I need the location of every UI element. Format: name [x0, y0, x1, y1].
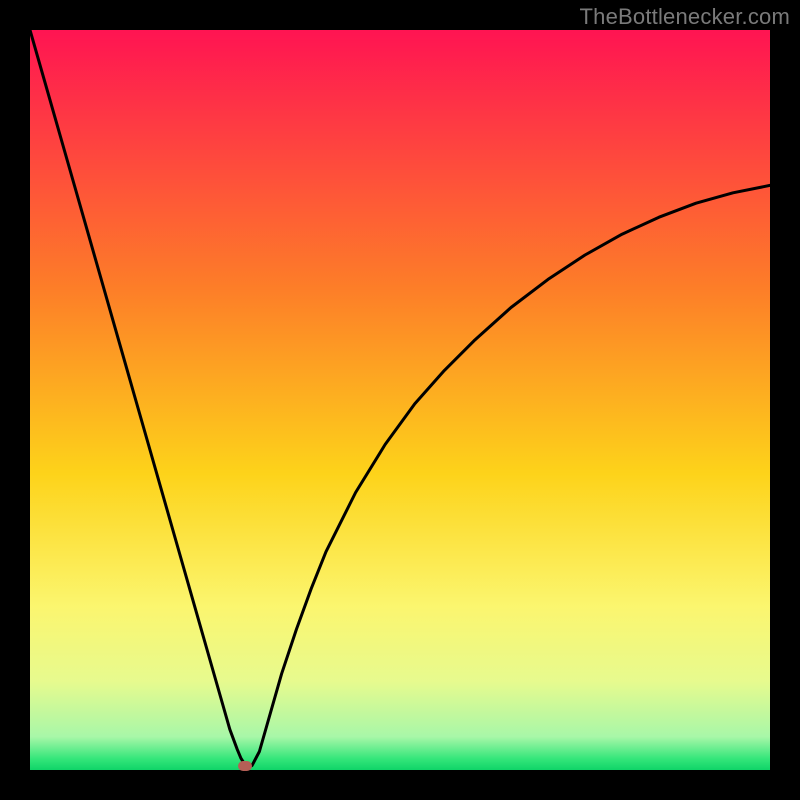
optimal-point-marker: [238, 761, 252, 771]
plot-area: [30, 30, 770, 770]
watermark-text: TheBottlenecker.com: [580, 4, 790, 30]
bottleneck-curve: [30, 30, 770, 770]
chart-frame: TheBottlenecker.com: [0, 0, 800, 800]
